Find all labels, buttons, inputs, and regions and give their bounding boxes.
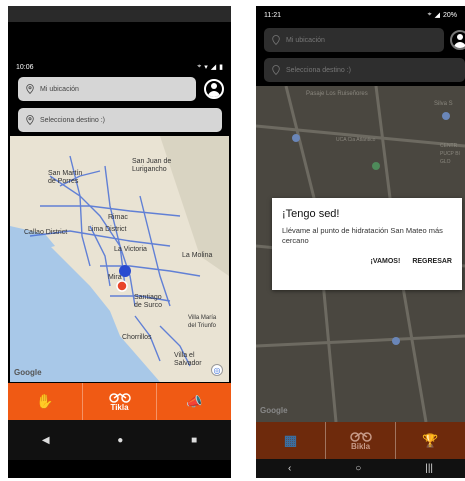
home-icon[interactable]: ●: [117, 435, 123, 446]
back-icon[interactable]: ‹: [288, 463, 291, 474]
recents-icon[interactable]: ■: [191, 435, 197, 446]
store-icon: ▦: [283, 432, 298, 448]
signal-icon: ◢: [434, 12, 440, 19]
cancel-button[interactable]: REGRESAR: [412, 258, 452, 265]
wifi-icon: ▾: [204, 64, 208, 71]
nav-bikla-button[interactable]: Bikla: [326, 422, 396, 459]
map-label-villa-salvador: Villa el Salvador: [174, 352, 202, 367]
map-pin-icon: [272, 65, 280, 75]
hand-drop-icon: ✋: [36, 393, 54, 409]
dialog-message: Llévame al punto de hidratación San Mate…: [282, 226, 443, 245]
location-icon: ⌖: [197, 63, 202, 70]
status-bar: 10:06 ⌖ ▾ ◢ ▮: [8, 58, 231, 76]
bike-icon: [349, 432, 372, 442]
map-label-sjl: San Juan de Lurigancho: [132, 158, 172, 173]
right-phone-screen: 11:21 ⌖ ◢ 20% Mi ubicación Selecciona de…: [256, 6, 465, 478]
profile-avatar-icon[interactable]: [450, 30, 465, 50]
map-view[interactable]: San Martín de Porres San Juan de Lurigan…: [10, 136, 229, 382]
megaphone-icon: 📣: [186, 393, 203, 409]
nav-alert-button[interactable]: 📣: [157, 383, 231, 420]
map-label-san-martin: San Martín de Porres: [48, 170, 83, 185]
bike-icon: [108, 393, 131, 403]
nav-tikla-button[interactable]: Tikla: [83, 383, 158, 420]
google-logo: Google: [14, 368, 42, 377]
map-label-la-victoria: La Victoria: [114, 246, 147, 253]
map-label-top: Pasaje Los Ruiseñores: [306, 91, 368, 97]
destination-field[interactable]: Selecciona destino :): [18, 108, 222, 132]
battery-percent: 20%: [442, 11, 457, 19]
map-label-la-molina: La Molina: [182, 252, 213, 259]
trophy-icon: 🏆: [422, 432, 439, 448]
signal-icon: ◢: [210, 64, 217, 71]
system-nav-bar: ‹ ○ |||: [256, 459, 465, 478]
nav-bikla-label: Bikla: [350, 442, 371, 451]
left-phone-screen: 10:06 ⌖ ▾ ◢ ▮ Mi ubicación Selecciona de…: [8, 6, 231, 478]
map-label-silva: Silva S: [434, 101, 453, 107]
bottom-nav: ▦ Bikla 🏆: [256, 422, 465, 459]
destination-placeholder: Selecciona destino :): [286, 66, 351, 74]
battery-icon: ▮: [219, 64, 223, 71]
map-label-cia: UCA Cia Atlántico: [336, 137, 376, 143]
bottom-nav: ✋ Tikla 📣: [8, 383, 231, 420]
map-pin-icon: [26, 115, 34, 125]
destination-placeholder: Selecciona destino :): [40, 116, 105, 124]
nav-tikla-label: Tikla: [110, 403, 129, 412]
location-icon: ⌖: [427, 11, 432, 18]
status-bar: 11:21 ⌖ ◢ 20%: [256, 6, 465, 24]
origin-placeholder: Mi ubicación: [286, 36, 325, 44]
nav-store-button[interactable]: ▦: [256, 422, 326, 459]
nav-trophy-button[interactable]: 🏆: [396, 422, 465, 459]
map-label-chorrillos: Chorrillos: [122, 334, 152, 341]
my-location-button[interactable]: ◎: [211, 364, 223, 376]
map-label-centro: CENTR PUCP BI GLO: [440, 143, 460, 165]
profile-avatar-icon[interactable]: [204, 79, 224, 99]
map-pin-icon: [26, 84, 34, 94]
origin-placeholder: Mi ubicación: [40, 85, 79, 93]
map-pin-icon: [272, 35, 280, 45]
back-icon[interactable]: ◀: [42, 435, 50, 446]
destination-field[interactable]: Selecciona destino :): [264, 58, 465, 82]
map-label-villa-maria: Villa María del Triunfo: [188, 315, 217, 329]
map-label-mira: Mira: [108, 274, 122, 281]
map-label-santiago: Santiago de Surco: [134, 294, 163, 309]
status-time: 11:21: [264, 11, 281, 19]
system-nav-bar: ◀ ● ■: [8, 420, 231, 460]
map-label-rimac: Rimac: [108, 214, 128, 221]
map-label-callao: Callao District: [24, 229, 68, 236]
confirm-button[interactable]: ¡VAMOS!: [371, 258, 401, 265]
nav-water-button[interactable]: ✋: [8, 383, 83, 420]
top-bezel: [8, 6, 231, 22]
origin-field[interactable]: Mi ubicación: [18, 77, 196, 101]
google-logo: Google: [260, 406, 288, 415]
thirst-dialog: ¡Tengo sed! Llévame al punto de hidratac…: [272, 198, 462, 290]
home-icon[interactable]: ○: [355, 463, 361, 474]
status-time: 10:06: [16, 63, 34, 71]
recents-icon[interactable]: |||: [425, 463, 433, 474]
dialog-title: ¡Tengo sed!: [282, 208, 340, 220]
origin-field[interactable]: Mi ubicación: [264, 28, 444, 52]
map-label-lima: Lima District: [88, 226, 127, 233]
